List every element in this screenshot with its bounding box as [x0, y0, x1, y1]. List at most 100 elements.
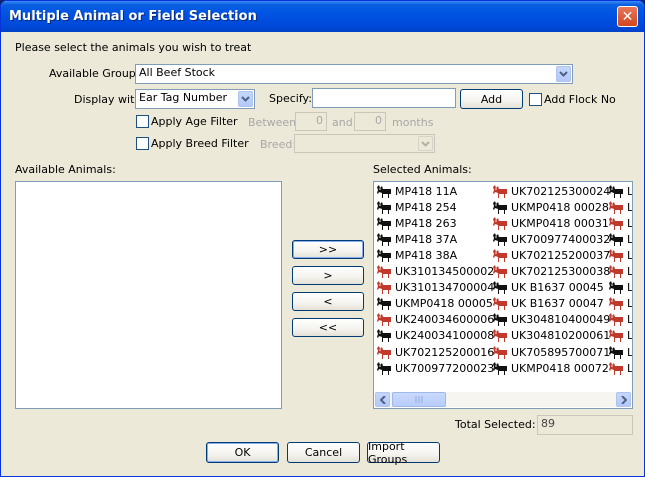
cow-icon — [493, 200, 507, 214]
scroll-thumb[interactable] — [392, 392, 446, 407]
animal-tag-label: UKMP0418 00031 — [511, 216, 609, 230]
scroll-right-icon[interactable] — [616, 392, 631, 407]
add-flock-checkbox[interactable] — [529, 93, 542, 106]
title-bar[interactable]: Multiple Animal or Field Selection ✕ — [1, 1, 644, 32]
apply-breed-filter-checkbox[interactable] — [136, 137, 149, 150]
cow-icon — [609, 313, 623, 327]
cow-icon — [609, 345, 623, 359]
display-with-select[interactable]: Ear Tag Number — [135, 89, 255, 109]
age-from-input[interactable]: 0 — [295, 112, 327, 131]
list-item[interactable]: L — [608, 312, 632, 328]
list-item[interactable]: L — [608, 247, 633, 263]
list-item[interactable]: UK702125200037 — [492, 247, 610, 263]
list-item[interactable]: UK700977200023 — [376, 360, 494, 376]
list-item[interactable]: L — [608, 296, 632, 312]
animal-tag-label: MP418 11A — [395, 184, 458, 198]
apply-age-filter-checkbox[interactable] — [136, 115, 149, 128]
available-groups-select[interactable]: All Beef Stock — [135, 64, 573, 84]
display-with-value: Ear Tag Number — [139, 91, 228, 104]
cow-icon — [493, 329, 507, 343]
animal-tag-label: L — [627, 248, 633, 262]
list-item[interactable]: MP418 263 — [376, 215, 457, 231]
list-item[interactable]: L — [608, 344, 632, 360]
list-item[interactable]: UK702125300038 — [492, 264, 610, 280]
cow-icon — [493, 265, 507, 278]
cow-icon — [609, 248, 623, 262]
list-item[interactable]: UK310134700004 — [376, 280, 494, 296]
available-animals-list[interactable] — [15, 181, 282, 409]
chevron-down-icon[interactable] — [556, 66, 571, 82]
chevron-down-icon[interactable] — [238, 91, 253, 107]
list-item[interactable]: UK702125200016 — [376, 344, 494, 360]
list-item[interactable]: UK700977400032 — [492, 231, 610, 247]
add-button[interactable]: Add — [460, 89, 523, 109]
list-item[interactable]: UKMP0418 00005 — [376, 296, 493, 312]
list-item[interactable]: L — [608, 360, 632, 376]
cancel-button[interactable]: Cancel — [287, 442, 360, 463]
list-item[interactable]: UK304810200061 — [492, 328, 610, 344]
list-item[interactable]: UK240034600006 — [376, 312, 494, 328]
list-item[interactable]: UK705895700071 — [492, 344, 610, 360]
cow-icon — [377, 345, 391, 359]
list-item[interactable]: UK310134500002 — [376, 264, 494, 280]
between-label: Between — [248, 116, 297, 129]
list-item[interactable]: UK B1637 00047 — [492, 296, 604, 312]
horizontal-scrollbar[interactable] — [375, 392, 631, 407]
list-item[interactable]: L — [608, 183, 633, 199]
specify-label: Specify: — [269, 92, 312, 105]
cow-icon — [377, 297, 391, 311]
window-title: Multiple Animal or Field Selection — [9, 9, 257, 24]
animal-tag-label: MP418 254 — [395, 200, 457, 214]
add-selected-button[interactable]: > — [292, 266, 364, 285]
specify-input[interactable] — [312, 88, 456, 108]
list-item[interactable]: UK B1637 00045 — [492, 280, 604, 296]
animal-tag-label: UK702125200016 — [395, 345, 495, 359]
breed-select[interactable] — [294, 134, 435, 153]
list-item[interactable]: MP418 37A — [376, 231, 457, 247]
cow-icon — [493, 361, 507, 375]
animal-tag-label: L — [627, 265, 633, 278]
cow-icon — [609, 361, 623, 375]
available-groups-value: All Beef Stock — [139, 66, 216, 79]
list-item[interactable]: L — [608, 231, 632, 247]
animal-tag-label: L — [627, 200, 633, 214]
list-item[interactable]: UK702125300024 — [492, 183, 610, 199]
close-button[interactable]: ✕ — [617, 6, 638, 27]
list-item[interactable]: MP418 38A — [376, 247, 457, 263]
animal-tag-label: UK702125300024 — [511, 184, 611, 198]
list-item[interactable]: L — [608, 280, 632, 296]
list-item[interactable]: L — [608, 328, 632, 344]
scroll-left-icon[interactable] — [375, 392, 390, 407]
list-item[interactable]: UKMP0418 00028 — [492, 199, 609, 215]
list-item[interactable]: UKMP0418 00072 — [492, 360, 609, 376]
list-item[interactable]: L — [608, 199, 633, 215]
list-item[interactable]: L — [608, 264, 633, 280]
breed-label: Breed: — [260, 138, 297, 151]
dialog-window: Multiple Animal or Field Selection ✕ Ple… — [0, 0, 645, 477]
animal-tag-label: MP418 263 — [395, 216, 457, 230]
list-item[interactable]: L — [608, 215, 632, 231]
cow-icon — [609, 216, 623, 230]
animal-tag-label: UK310134700004 — [395, 281, 495, 295]
remove-selected-button[interactable]: < — [292, 292, 364, 311]
selected-animals-list[interactable]: L L L L L L L L L L L L UKMP0418 00072 UK705895700071… — [373, 181, 633, 409]
cow-icon — [493, 281, 507, 295]
list-item[interactable]: MP418 254 — [376, 199, 457, 215]
cow-icon — [609, 329, 623, 343]
remove-all-button[interactable]: << — [292, 318, 364, 337]
ok-button[interactable]: OK — [206, 442, 279, 463]
available-groups-label: Available Groups: — [49, 67, 146, 80]
list-item[interactable]: MP418 11A — [376, 183, 457, 199]
list-item[interactable]: UK304810400049 — [492, 312, 610, 328]
age-to-input[interactable]: 0 — [354, 112, 386, 131]
cow-icon — [493, 248, 507, 262]
cow-icon — [609, 297, 623, 311]
import-groups-button[interactable]: Import Groups — [367, 440, 440, 466]
chevron-down-icon[interactable] — [418, 136, 433, 151]
cow-icon — [377, 281, 391, 295]
add-all-button[interactable]: >> — [292, 240, 364, 259]
animal-tag-label: L — [627, 184, 633, 198]
list-item[interactable]: UKMP0418 00031 — [492, 215, 609, 231]
cow-icon — [609, 281, 623, 295]
list-item[interactable]: UK240034100008 — [376, 328, 494, 344]
